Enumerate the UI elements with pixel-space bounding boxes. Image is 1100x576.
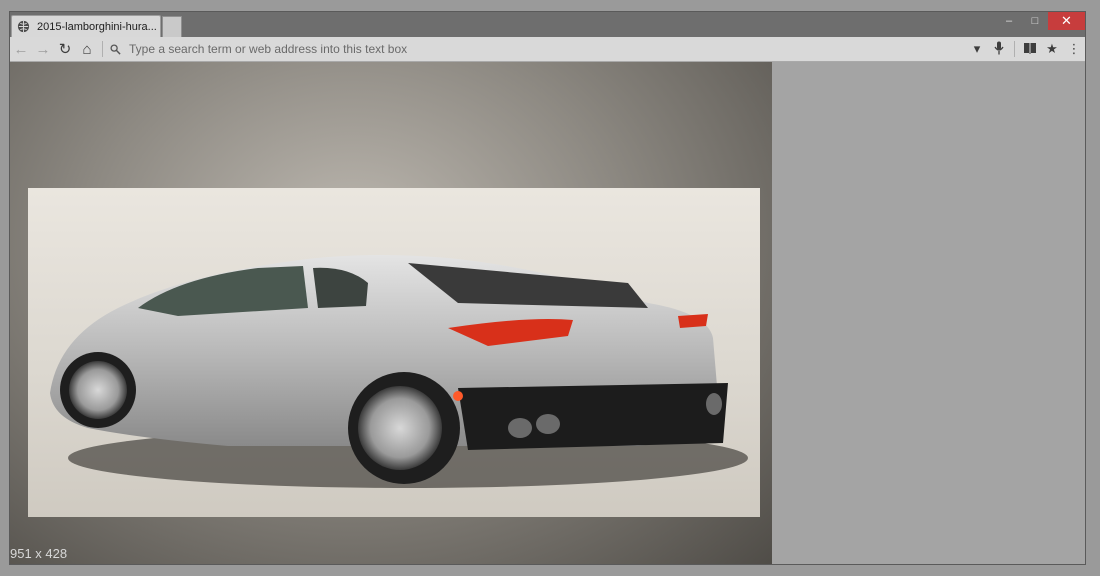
bookmark-button[interactable]: ★ [1041, 38, 1063, 60]
microphone-icon [994, 41, 1004, 58]
reading-view-button[interactable] [1019, 38, 1041, 60]
home-button[interactable]: ⌂ [76, 38, 98, 60]
toolbar-divider [1014, 41, 1015, 57]
address-input[interactable] [127, 41, 966, 57]
search-icon [107, 43, 123, 55]
menu-button[interactable]: ⋮ [1063, 38, 1085, 60]
image-viewer: 951 x 428 [10, 62, 772, 564]
toolbar: ← → ↻ ⌂ ▾ [10, 37, 1085, 62]
image-dimensions-label: 951 x 428 [10, 546, 68, 561]
minimize-button[interactable]: – [996, 12, 1022, 30]
back-button[interactable]: ← [10, 38, 32, 60]
page-content: 951 x 428 [10, 62, 1085, 564]
book-icon [1023, 42, 1037, 57]
reload-button[interactable]: ↻ [54, 38, 76, 60]
address-bar[interactable] [107, 38, 966, 60]
title-bar: 2015-lamborghini-hura... – □ ✕ [10, 12, 1085, 37]
car-photo[interactable] [28, 188, 760, 517]
window-controls: – □ ✕ [996, 12, 1085, 30]
forward-button[interactable]: → [32, 38, 54, 60]
new-tab-button[interactable] [162, 16, 182, 37]
microphone-button[interactable] [988, 38, 1010, 60]
tab-active[interactable]: 2015-lamborghini-hura... [11, 15, 161, 37]
maximize-button[interactable]: □ [1022, 12, 1048, 30]
close-button[interactable]: ✕ [1048, 12, 1085, 30]
dropdown-button[interactable]: ▾ [966, 38, 988, 60]
tab-title: 2015-lamborghini-hura... [37, 20, 157, 33]
browser-window: 2015-lamborghini-hura... – □ ✕ ← → ↻ ⌂ ▾ [9, 11, 1086, 565]
toolbar-divider [102, 41, 103, 57]
globe-icon [17, 20, 31, 34]
